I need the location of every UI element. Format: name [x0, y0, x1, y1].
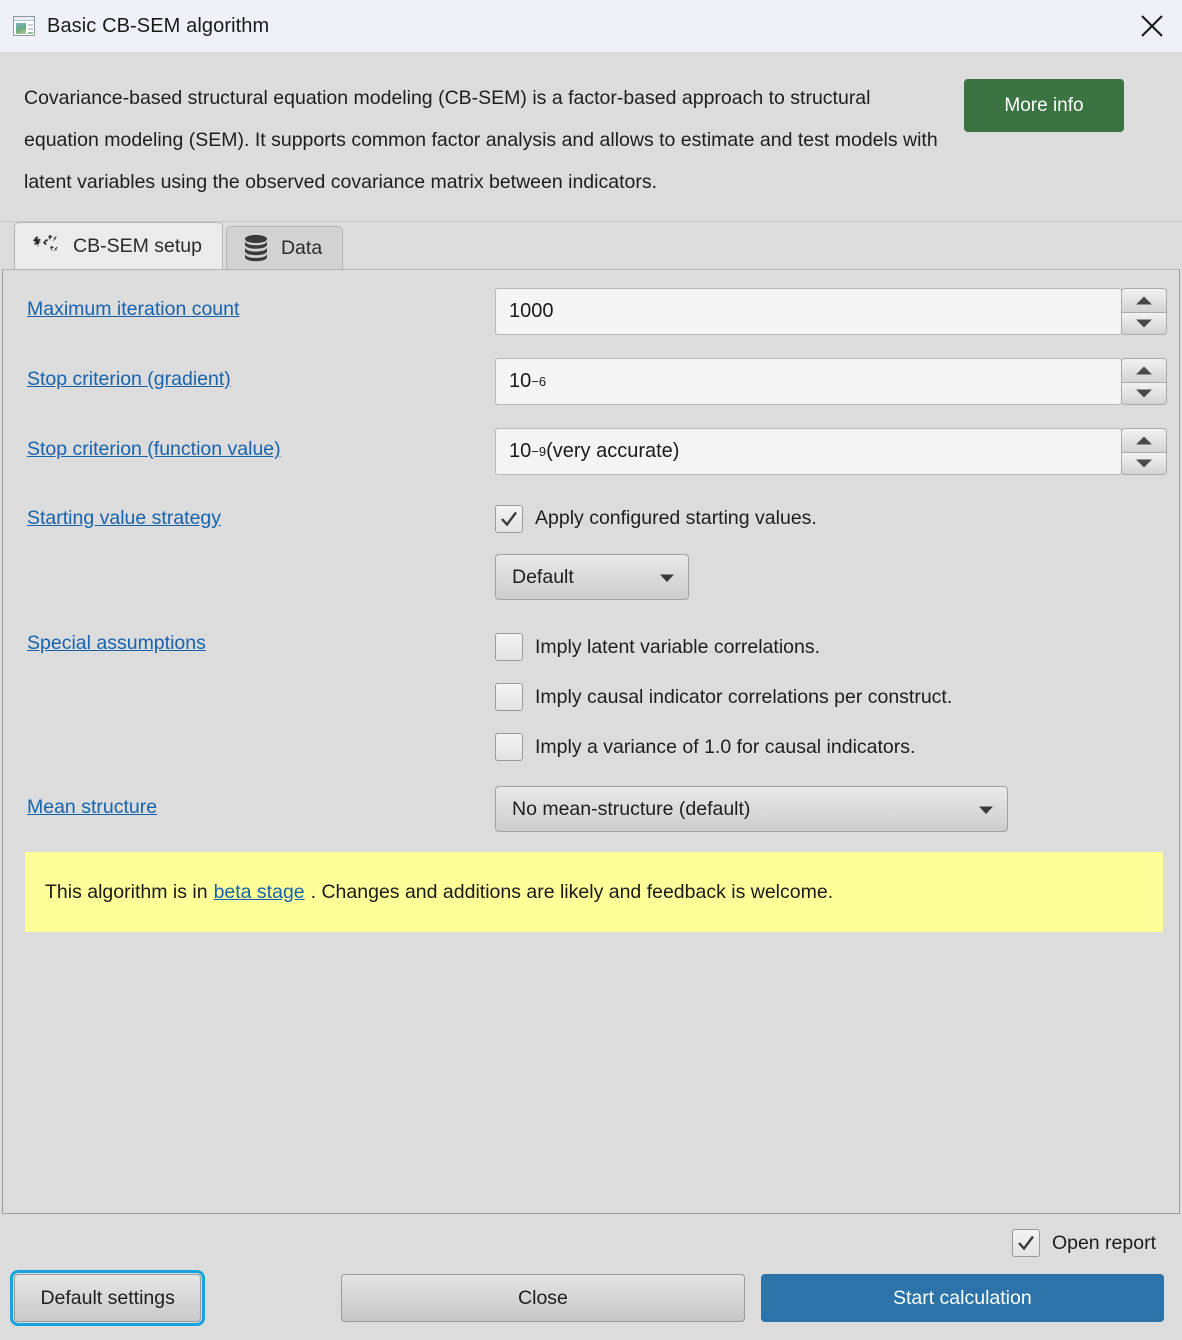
- start-calculation-button[interactable]: Start calculation: [761, 1274, 1164, 1322]
- stop-function-suffix: (very accurate): [546, 440, 679, 463]
- spinner-up-icon[interactable]: [1121, 428, 1167, 452]
- spinner-buttons[interactable]: [1121, 358, 1167, 405]
- row-max-iteration: Maximum iteration count 1000: [3, 288, 1179, 335]
- description-text: Covariance-based structural equation mod…: [24, 77, 964, 203]
- label-starting-value[interactable]: Starting value strategy: [27, 497, 495, 530]
- title-bar: Basic CB-SEM algorithm: [0, 0, 1182, 53]
- tab-data[interactable]: Data: [226, 226, 343, 269]
- row-special-assumptions: Special assumptions Imply latent variabl…: [3, 622, 1179, 772]
- report-window-icon: [13, 16, 35, 36]
- default-settings-button[interactable]: Default settings: [14, 1274, 201, 1322]
- description-area: Covariance-based structural equation mod…: [0, 53, 1182, 222]
- database-icon: [243, 234, 269, 262]
- settings-panel: Maximum iteration count 1000: [2, 269, 1180, 1214]
- checkbox-latent-correlations[interactable]: Imply latent variable correlations.: [495, 622, 1161, 672]
- row-starting-value: Starting value strategy Apply configured…: [3, 497, 1179, 600]
- spinner-down-icon[interactable]: [1121, 312, 1167, 336]
- tab-cb-sem-setup[interactable]: CB-SEM setup: [14, 222, 223, 269]
- dialog-window: Basic CB-SEM algorithm Covariance-based …: [0, 0, 1182, 1340]
- checkbox-unchecked-icon: [495, 733, 523, 761]
- beta-suffix: . Changes and additions are likely and f…: [311, 881, 833, 904]
- checkbox-unchecked-icon: [495, 683, 523, 711]
- stop-function-base: 10: [509, 440, 531, 463]
- spinner-up-icon[interactable]: [1121, 288, 1167, 312]
- tab-label: CB-SEM setup: [73, 235, 202, 258]
- checkbox-checked-icon: [495, 505, 523, 533]
- close-icon[interactable]: [1122, 0, 1182, 52]
- spinner-buttons[interactable]: [1121, 288, 1167, 335]
- stop-gradient-spinner[interactable]: 10−6: [495, 358, 1167, 405]
- spinner-down-icon[interactable]: [1121, 452, 1167, 476]
- beta-stage-link[interactable]: beta stage: [214, 881, 305, 904]
- stop-gradient-base: 10: [509, 370, 531, 393]
- row-stop-gradient: Stop criterion (gradient) 10−6: [3, 358, 1179, 405]
- label-max-iteration[interactable]: Maximum iteration count: [27, 288, 495, 321]
- checkbox-label: Imply causal indicator correlations per …: [535, 686, 952, 709]
- max-iteration-spinner[interactable]: 1000: [495, 288, 1167, 335]
- checkbox-label: Imply latent variable correlations.: [535, 636, 820, 659]
- tab-strip: CB-SEM setup Data: [0, 222, 1182, 269]
- stop-function-spinner[interactable]: 10−9 (very accurate): [495, 428, 1167, 475]
- window-title: Basic CB-SEM algorithm: [47, 15, 269, 38]
- mean-structure-select[interactable]: No mean-structure (default): [495, 786, 1008, 832]
- checkbox-causal-indicator-correlations[interactable]: Imply causal indicator correlations per …: [495, 672, 1161, 722]
- footer-buttons: Default settings Close Start calculation: [14, 1272, 1164, 1324]
- max-iteration-value: 1000: [509, 300, 554, 323]
- open-report-label: Open report: [1052, 1232, 1156, 1255]
- mean-structure-selected: No mean-structure (default): [512, 798, 750, 821]
- spinner-buttons[interactable]: [1121, 428, 1167, 475]
- checkbox-open-report[interactable]: Open report: [1012, 1222, 1156, 1265]
- checkbox-label: Imply a variance of 1.0 for causal indic…: [535, 736, 915, 759]
- label-stop-function[interactable]: Stop criterion (function value): [27, 428, 495, 461]
- dialog-footer: Open report Default settings Close Start…: [0, 1214, 1182, 1340]
- spinner-up-icon[interactable]: [1121, 358, 1167, 382]
- gears-icon: [31, 232, 61, 260]
- label-special-assumptions[interactable]: Special assumptions: [27, 622, 495, 655]
- chevron-down-icon: [659, 566, 675, 589]
- open-report-row: Open report: [14, 1214, 1164, 1272]
- checkbox-unchecked-icon: [495, 633, 523, 661]
- checkbox-apply-starting-values[interactable]: Apply configured starting values.: [495, 497, 1161, 540]
- checkbox-causal-indicator-variance[interactable]: Imply a variance of 1.0 for causal indic…: [495, 722, 1161, 772]
- chevron-down-icon: [978, 798, 994, 821]
- checkbox-label: Apply configured starting values.: [535, 507, 817, 530]
- starting-value-selected: Default: [512, 566, 574, 589]
- label-mean-structure[interactable]: Mean structure: [27, 786, 495, 819]
- stop-function-input[interactable]: 10−9 (very accurate): [495, 428, 1122, 475]
- row-stop-function: Stop criterion (function value) 10−9 (ve…: [3, 428, 1179, 475]
- close-button[interactable]: Close: [341, 1274, 744, 1322]
- checkbox-checked-icon: [1012, 1229, 1040, 1257]
- tab-label: Data: [281, 237, 322, 260]
- beta-prefix: This algorithm is in: [45, 881, 208, 904]
- beta-notice: This algorithm is in beta stage . Change…: [25, 852, 1163, 932]
- spinner-down-icon[interactable]: [1121, 382, 1167, 406]
- starting-value-select[interactable]: Default: [495, 554, 689, 600]
- row-mean-structure: Mean structure No mean-structure (defaul…: [3, 786, 1179, 832]
- label-stop-gradient[interactable]: Stop criterion (gradient): [27, 358, 495, 391]
- stop-gradient-input[interactable]: 10−6: [495, 358, 1122, 405]
- more-info-button[interactable]: More info: [964, 79, 1124, 132]
- max-iteration-input[interactable]: 1000: [495, 288, 1122, 335]
